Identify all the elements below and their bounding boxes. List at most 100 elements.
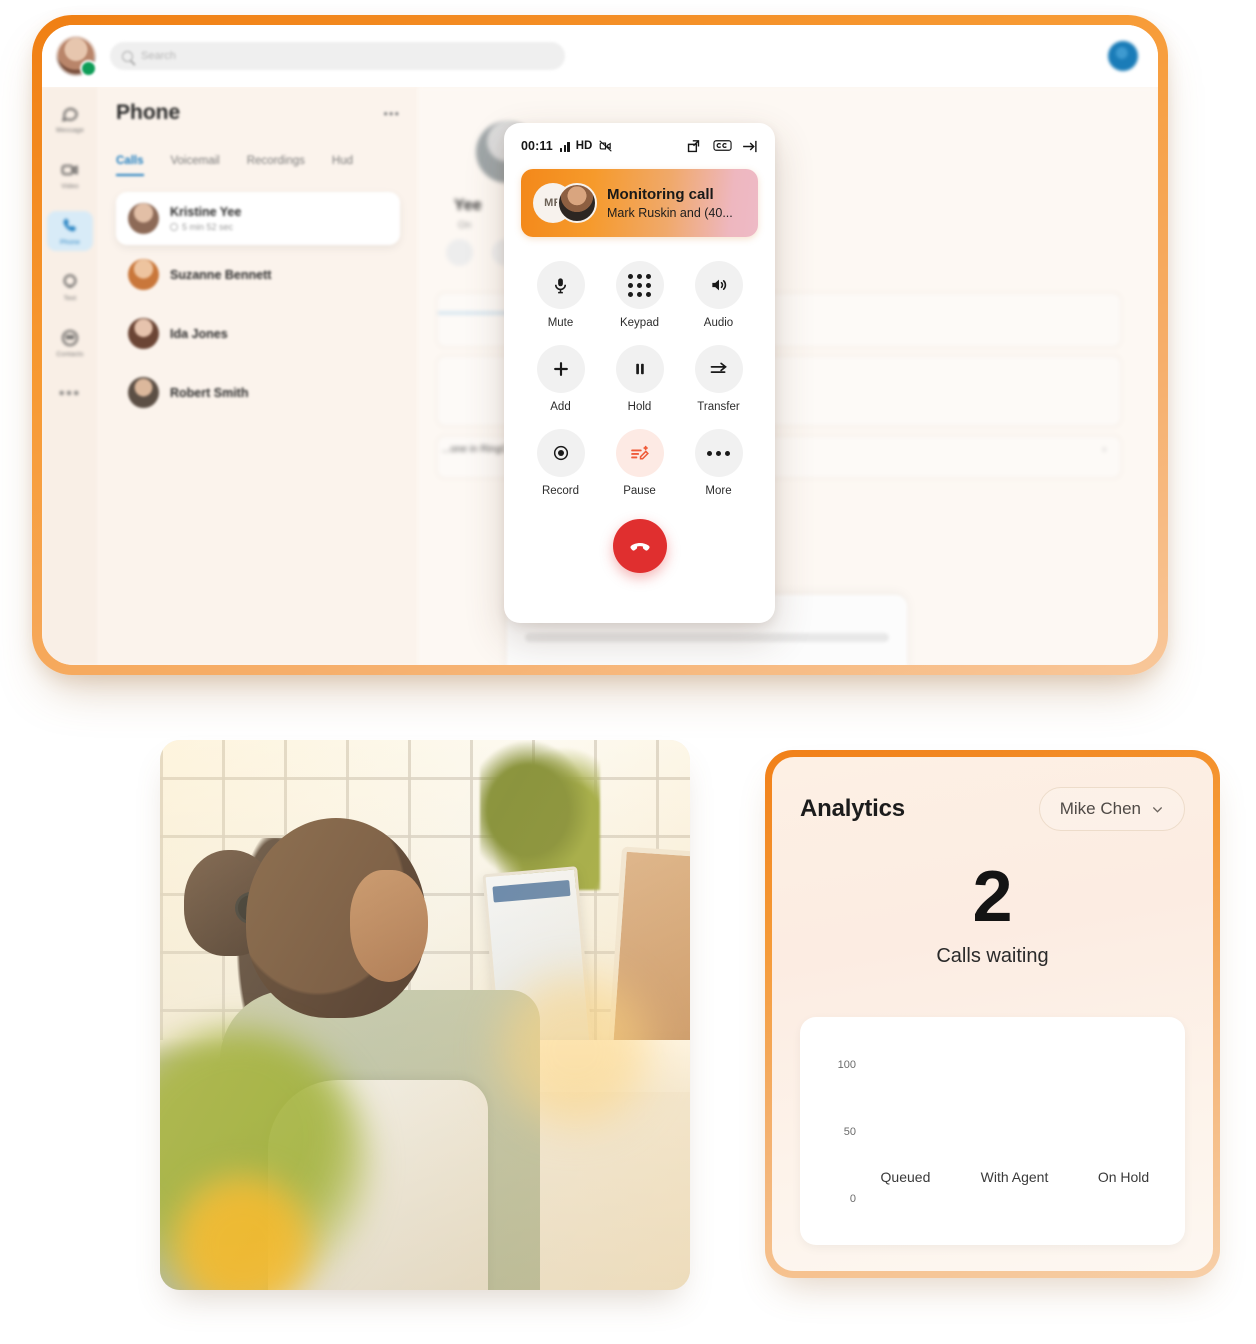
collapse-icon[interactable]: [741, 138, 758, 155]
call-controls-grid: Mute Keypad Audio Add Hold Transfer Reco…: [521, 261, 758, 497]
sidebar-rail: Message Video Phone Text Contacts •••: [42, 87, 98, 665]
y-axis: 100 50 0: [818, 1017, 860, 1245]
plus-icon: [536, 345, 585, 393]
y-tick-label: 50: [843, 1125, 856, 1138]
closed-captions-icon[interactable]: [713, 138, 732, 155]
bar-category-label: With Agent: [980, 1169, 1049, 1185]
app-topbar: Search: [42, 25, 1158, 87]
tab-calls[interactable]: Calls: [116, 155, 144, 176]
list-item[interactable]: Robert Smith: [116, 363, 400, 422]
speaker-icon: [694, 261, 743, 309]
sidebar-item-label: Video: [61, 183, 79, 190]
more-actions-button[interactable]: [446, 239, 473, 266]
queue-bar-chart: 100 50 0 Queued With Agent On Hold: [800, 1017, 1185, 1245]
control-label: Mute: [547, 317, 574, 329]
transfer-button[interactable]: Transfer: [679, 345, 758, 413]
key-updates-placeholder-bar: [525, 633, 889, 642]
calls-waiting-value: 2: [972, 857, 1013, 937]
contact-name: Yee: [454, 197, 482, 214]
page-title: Phone: [116, 101, 181, 124]
control-label: Add: [550, 401, 571, 413]
keypad-button[interactable]: Keypad: [600, 261, 679, 329]
phone-panel-header: Phone •••: [116, 101, 400, 125]
tab-voicemail[interactable]: Voicemail: [171, 155, 220, 176]
avatar[interactable]: [56, 36, 97, 77]
sidebar-item-phone[interactable]: Phone: [47, 211, 93, 251]
contacts-icon: [62, 330, 78, 346]
list-item[interactable]: Suzanne Bennett: [116, 245, 400, 304]
hd-quality-label: HD: [575, 140, 593, 152]
call-status-bar: 00:11 HD: [521, 137, 758, 155]
avatar: [128, 377, 159, 408]
sidebar-item-label: Text: [63, 295, 77, 302]
record-button[interactable]: Record: [521, 429, 600, 497]
analytics-header: Analytics Mike Chen: [800, 787, 1185, 831]
bar-category-label: On Hold: [1097, 1169, 1150, 1185]
keypad-icon: [615, 261, 664, 309]
search-placeholder: Search: [141, 50, 176, 62]
message-icon: [62, 108, 78, 122]
agent-selector[interactable]: Mike Chen: [1038, 787, 1185, 831]
sidebar-item-text[interactable]: Text: [47, 267, 93, 307]
chevron-right-icon: ›: [1102, 444, 1106, 455]
y-tick-label: 100: [837, 1058, 856, 1071]
page-root: Search Message Video Phone Text Contacts…: [0, 0, 1256, 1344]
pop-out-icon[interactable]: [685, 138, 702, 155]
avatar: [557, 183, 597, 223]
sidebar-item-label: Contacts: [56, 351, 84, 358]
active-call-card[interactable]: Kristine Yee 5 min 52 sec: [116, 192, 400, 245]
pause-ai-note-button[interactable]: Pause: [600, 429, 679, 497]
sidebar-item-label: Message: [56, 127, 84, 134]
sidebar-item-message[interactable]: Message: [47, 99, 93, 139]
video-off-icon: [597, 139, 614, 153]
sidebar-item-contacts[interactable]: Contacts: [47, 323, 93, 363]
audio-button[interactable]: Audio: [679, 261, 758, 329]
add-button[interactable]: Add: [521, 345, 600, 413]
profile-badge[interactable]: [1108, 41, 1138, 71]
contact-name: Kristine Yee: [170, 205, 242, 219]
call-participants: Mark Ruskin and (40...: [607, 205, 733, 220]
monitoring-call-banner[interactable]: MR Monitoring call Mark Ruskin and (40..…: [521, 169, 758, 237]
record-icon: [536, 429, 585, 477]
list-item[interactable]: Ida Jones: [116, 304, 400, 363]
analytics-card: Analytics Mike Chen 2 Calls waiting 100 …: [772, 757, 1213, 1271]
tablet-screen: Search Message Video Phone Text Contacts…: [42, 25, 1158, 665]
control-label: Transfer: [697, 401, 740, 413]
sidebar-more-button[interactable]: •••: [59, 385, 81, 402]
avatar: [128, 318, 159, 349]
control-label: Hold: [627, 401, 652, 413]
active-call-info: Kristine Yee 5 min 52 sec: [170, 205, 241, 232]
tab-hud[interactable]: Hud: [332, 155, 353, 176]
page-title: Analytics: [800, 795, 905, 822]
ellipsis-icon: [694, 429, 743, 477]
control-label: Pause: [623, 485, 656, 497]
avatar: [128, 259, 159, 290]
sidebar-item-label: Phone: [60, 239, 80, 246]
control-label: Audio: [703, 317, 734, 329]
signal-strength-icon: [559, 141, 570, 152]
hold-button[interactable]: Hold: [600, 345, 679, 413]
hangup-button[interactable]: [612, 519, 667, 573]
bar-category-label: Queued: [880, 1169, 931, 1185]
control-label: Keypad: [619, 317, 659, 329]
microphone-icon: [536, 261, 585, 309]
sidebar-item-video[interactable]: Video: [47, 155, 93, 195]
text-icon: [63, 274, 77, 288]
calls-waiting-label: Calls waiting: [936, 945, 1049, 967]
search-input[interactable]: Search: [110, 42, 565, 70]
panel-more-button[interactable]: •••: [383, 106, 400, 121]
agent-selector-value: Mike Chen: [1059, 799, 1141, 818]
arrow-right-icon: [694, 345, 743, 393]
tablet-device-frame: Search Message Video Phone Text Contacts…: [32, 15, 1168, 675]
mute-button[interactable]: Mute: [521, 261, 600, 329]
photo-layers: [160, 740, 690, 1290]
video-icon: [61, 165, 78, 175]
more-button[interactable]: More: [679, 429, 758, 497]
warm-overlay: [160, 740, 690, 1290]
chevron-down-icon: [1153, 806, 1162, 813]
analytics-card-frame: Analytics Mike Chen 2 Calls waiting 100 …: [765, 750, 1220, 1278]
chart-plot-area: Queued With Agent On Hold: [862, 1031, 1167, 1199]
contact-name: Ida Jones: [170, 326, 228, 341]
tab-recordings[interactable]: Recordings: [247, 155, 305, 176]
search-icon: [122, 50, 133, 62]
